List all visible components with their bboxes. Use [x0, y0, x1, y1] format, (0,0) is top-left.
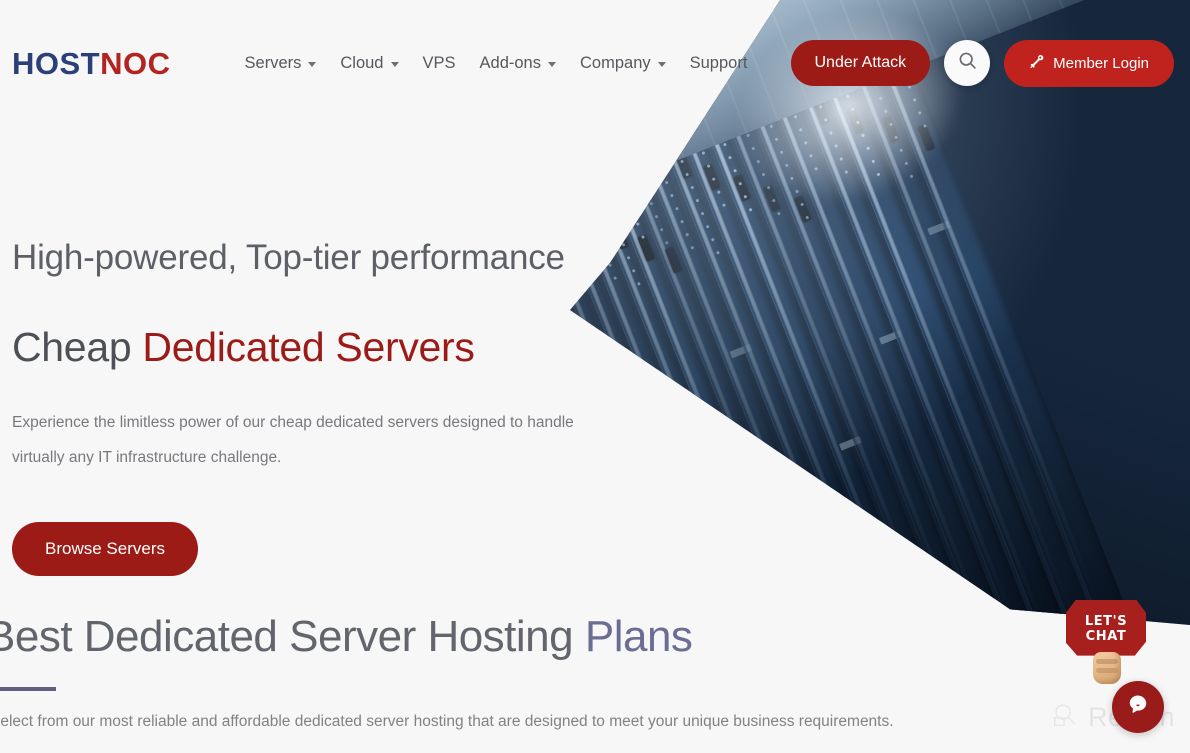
nav-item-company[interactable]: Company	[568, 48, 678, 79]
chat-launcher-button[interactable]	[1112, 681, 1164, 733]
search-icon	[957, 50, 978, 76]
browse-servers-button[interactable]: Browse Servers	[12, 521, 198, 576]
logo-text-host: HOST	[12, 45, 101, 81]
member-login-button[interactable]: Member Login	[1004, 39, 1174, 87]
top-navbar: HOSTNOC Servers Cloud VPS Add-ons Company Sup…	[0, 0, 1190, 120]
chevron-down-icon	[657, 61, 666, 67]
lets-chat-line2: CHAT	[1085, 628, 1127, 644]
hero-title: Cheap Dedicated Servers	[12, 324, 632, 371]
nav-item-label: Add-ons	[479, 53, 541, 72]
revain-logo-icon	[1050, 700, 1080, 735]
navbar-actions: Under Attack Member Login	[790, 39, 1174, 87]
nav-item-label: Support	[689, 53, 748, 72]
nav-item-label: Company	[580, 53, 651, 72]
hero-eyebrow: High-powered, Top-tier performance	[12, 238, 565, 277]
nav-item-add-ons[interactable]: Add-ons	[468, 48, 568, 79]
nav-item-label: Cloud	[340, 53, 384, 72]
nav-item-support[interactable]: Support	[678, 48, 760, 79]
nav-item-vps[interactable]: VPS	[411, 48, 468, 79]
member-login-label: Member Login	[1053, 54, 1149, 72]
hand-illustration-icon	[1093, 652, 1121, 684]
nav-item-servers[interactable]: Servers	[233, 48, 329, 79]
under-attack-button[interactable]: Under Attack	[790, 40, 931, 86]
key-icon	[1029, 54, 1044, 73]
site-logo[interactable]: HOSTNOC	[12, 48, 171, 79]
chevron-down-icon	[308, 61, 317, 67]
hero-content: High-powered, Top-tier performance Cheap…	[12, 238, 632, 576]
plans-title-underline	[0, 687, 56, 691]
lets-chat-sign: LET'S CHAT	[1066, 600, 1146, 658]
plans-title-accent: Plans	[584, 612, 693, 661]
nav-item-cloud[interactable]: Cloud	[328, 48, 410, 79]
chat-bubble-icon	[1125, 692, 1151, 723]
plans-title-plain: Best Dedicated Server Hosting	[0, 612, 585, 661]
lets-chat-line1: LET'S	[1084, 613, 1128, 629]
hero-title-accent: Dedicated Servers	[142, 324, 475, 370]
hero-description: Experience the limitless power of our ch…	[12, 414, 574, 467]
search-button[interactable]	[944, 40, 991, 86]
nav-item-label: Servers	[244, 53, 302, 72]
logo-text-noc: NOC	[100, 45, 171, 81]
lets-chat-widget[interactable]: LET'S CHAT	[1060, 600, 1152, 688]
nav-item-label: VPS	[422, 53, 456, 72]
hero-title-plain: Cheap	[12, 324, 143, 370]
page-root: HOSTNOC Servers Cloud VPS Add-ons Company Sup…	[0, 0, 1190, 753]
chevron-down-icon	[548, 61, 556, 67]
plans-subtitle: Select from our most reliable and afford…	[0, 713, 894, 730]
plans-section: Best Dedicated Server Hosting Plans Sele…	[0, 612, 1190, 731]
primary-nav: Servers Cloud VPS Add-ons Company Support	[233, 48, 760, 79]
plans-title: Best Dedicated Server Hosting Plans	[0, 612, 1190, 662]
chevron-down-icon	[390, 61, 399, 67]
